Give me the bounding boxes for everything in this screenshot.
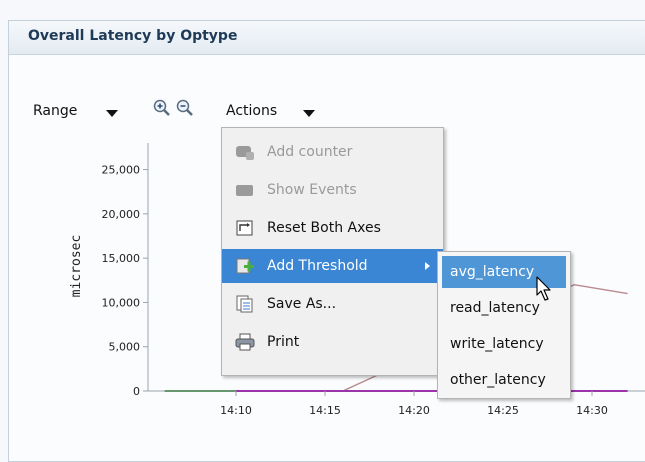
menu-item-reset-axes[interactable]: Reset Both Axes bbox=[222, 211, 443, 245]
menu-item-add-counter[interactable]: Add counter bbox=[222, 135, 443, 169]
y-tick-label: 5,000 bbox=[109, 341, 141, 354]
menu-item-show-events[interactable]: Show Events bbox=[222, 173, 443, 207]
x-tick-label: 14:15 bbox=[309, 404, 341, 417]
submenu-item-other-latency[interactable]: other_latency bbox=[442, 364, 566, 396]
x-tick-label: 14:25 bbox=[487, 404, 519, 417]
submenu-arrow-icon bbox=[425, 262, 430, 270]
actions-menu: Add counter Show Events Reset Both Axes … bbox=[221, 127, 444, 376]
menu-item-add-threshold[interactable]: Add Threshold bbox=[222, 249, 443, 283]
y-tick-label: 10,000 bbox=[102, 296, 141, 309]
menu-item-print[interactable]: Print bbox=[222, 325, 443, 359]
x-tick-label: 14:30 bbox=[576, 404, 608, 417]
x-tick-label: 14:10 bbox=[220, 404, 252, 417]
y-tick-label: 25,000 bbox=[102, 164, 141, 177]
submenu-item-write-latency[interactable]: write_latency bbox=[442, 328, 566, 360]
add-threshold-icon bbox=[236, 258, 254, 274]
reset-axes-icon bbox=[236, 220, 253, 236]
y-tick-label: 15,000 bbox=[102, 252, 141, 265]
threshold-submenu: avg_latency read_latency write_latency o… bbox=[437, 251, 571, 399]
add-counter-icon bbox=[236, 146, 254, 160]
x-tick-label: 14:20 bbox=[398, 404, 430, 417]
y-axis-label: microsec bbox=[69, 235, 84, 298]
show-events-icon bbox=[236, 185, 253, 196]
menu-item-save-as[interactable]: Save As... bbox=[222, 287, 443, 321]
y-tick-label: 20,000 bbox=[102, 208, 141, 221]
y-tick-label: 0 bbox=[133, 385, 140, 398]
save-as-icon bbox=[236, 295, 253, 313]
mouse-cursor-icon bbox=[536, 276, 551, 301]
print-icon bbox=[235, 333, 255, 351]
